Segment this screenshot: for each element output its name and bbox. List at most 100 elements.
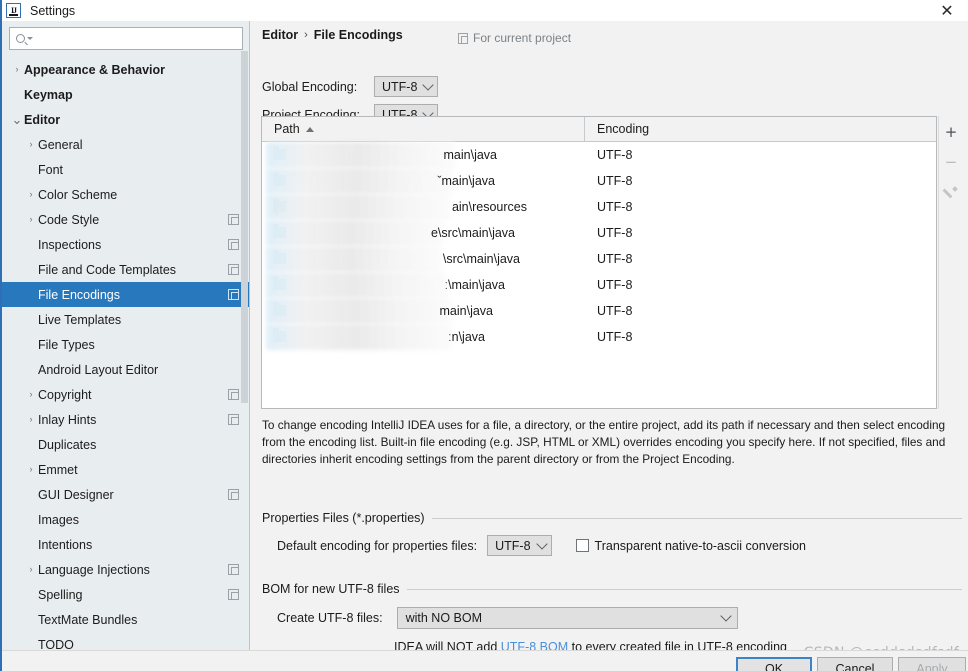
- default-properties-encoding-combo[interactable]: UTF-8: [487, 535, 552, 556]
- sidebar-item-intentions[interactable]: Intentions: [2, 532, 249, 557]
- pencil-icon: [945, 186, 958, 199]
- table-cell-path: e\src\main\java: [262, 220, 585, 246]
- chevron-right-icon[interactable]: ›: [24, 190, 38, 199]
- sidebar-item-label: Appearance & Behavior: [24, 62, 166, 77]
- table-row[interactable]: ː\main\java UTF-8: [262, 272, 936, 298]
- table-row[interactable]: ˇmain\java UTF-8: [262, 168, 936, 194]
- global-encoding-combo[interactable]: UTF-8: [374, 76, 439, 97]
- column-header-encoding[interactable]: Encoding: [585, 117, 936, 141]
- create-utf8-files-combo[interactable]: with NO BOM: [396, 607, 738, 629]
- chevron-down-icon: [535, 537, 548, 550]
- sidebar-item-file-encodings[interactable]: File Encodings: [2, 282, 249, 307]
- table-cell-path-text: \src\main\java: [442, 252, 520, 266]
- cancel-button[interactable]: Cancel: [817, 657, 893, 671]
- sidebar-item-duplicates[interactable]: Duplicates: [2, 432, 249, 457]
- file-encodings-panel: Editor › File Encodings For current proj…: [251, 21, 968, 654]
- settings-dialog: IJ Settings ✕ › Appearance & Behavior Keym…: [0, 0, 968, 671]
- column-header-path-label: Path: [274, 122, 300, 136]
- chevron-right-icon[interactable]: ›: [24, 390, 38, 399]
- sidebar-item-color-scheme[interactable]: › Color Scheme: [2, 182, 249, 207]
- sidebar-item-images[interactable]: Images: [2, 507, 249, 532]
- dialog-footer: OK Cancel Apply: [2, 650, 968, 671]
- global-encoding-value: UTF-8: [382, 79, 418, 94]
- sidebar-item-keymap[interactable]: Keymap: [2, 82, 249, 107]
- sidebar-item-live-templates[interactable]: Live Templates: [2, 307, 249, 332]
- sidebar-item-copyright[interactable]: › Copyright: [2, 382, 249, 407]
- copy-settings-icon: [228, 589, 239, 600]
- sidebar-item-inspections[interactable]: Inspections: [2, 232, 249, 257]
- sidebar-item-general[interactable]: › General: [2, 132, 249, 157]
- sidebar-scrollbar[interactable]: [241, 51, 248, 403]
- redacted-path-overlay: [266, 246, 442, 272]
- chevron-down-icon[interactable]: ⌄: [10, 113, 24, 126]
- encodings-table: Path Encoding main\java UTF-8 ˇmain\java UT…: [261, 116, 937, 409]
- table-cell-path: ain\resources: [262, 194, 585, 220]
- table-cell-path-text: main\java: [439, 304, 494, 318]
- sidebar-item-file-types[interactable]: File Types: [2, 332, 249, 357]
- sidebar-item-emmet[interactable]: › Emmet: [2, 457, 249, 482]
- transparent-conversion-checkbox-row[interactable]: Transparent native-to-ascii conversion: [575, 539, 806, 553]
- table-cell-path: main\java: [262, 298, 585, 324]
- chevron-right-icon[interactable]: ›: [10, 65, 24, 74]
- search-input[interactable]: [33, 30, 242, 47]
- sidebar-item-android-layout-editor[interactable]: Android Layout Editor: [2, 357, 249, 382]
- sidebar-item-language-injections[interactable]: › Language Injections: [2, 557, 249, 582]
- sidebar-item-inlay-hints[interactable]: › Inlay Hints: [2, 407, 249, 432]
- sidebar-item-appearance-behavior[interactable]: › Appearance & Behavior: [2, 57, 249, 82]
- column-header-path[interactable]: Path: [262, 117, 585, 141]
- create-utf8-files-value: with NO BOM: [405, 611, 482, 625]
- sidebar-item-editor[interactable]: ⌄ Editor: [2, 107, 249, 132]
- chevron-right-icon[interactable]: ›: [24, 565, 38, 574]
- create-utf8-files-label: Create UTF-8 files:: [277, 611, 383, 625]
- search-icon: [16, 34, 25, 43]
- sidebar-item-label: Copyright: [38, 387, 92, 402]
- settings-tree: › Appearance & Behavior Keymap ⌄ Editor › Gene…: [2, 57, 249, 657]
- table-cell-path-text: ˇmain\java: [437, 174, 495, 188]
- sidebar-item-label: Android Layout Editor: [38, 362, 159, 377]
- encodings-hint-text: To change encoding IntelliJ IDEA uses fo…: [262, 418, 946, 466]
- sidebar-item-gui-designer[interactable]: GUI Designer: [2, 482, 249, 507]
- sort-ascending-icon: [305, 126, 314, 132]
- table-row[interactable]: \src\main\java UTF-8: [262, 246, 936, 272]
- table-cell-path-text: ː\main\java: [444, 278, 505, 292]
- table-header: Path Encoding: [262, 117, 936, 142]
- sidebar-item-label: Inlay Hints: [38, 412, 97, 427]
- breadcrumb-parent[interactable]: Editor: [262, 28, 298, 42]
- sidebar-item-spelling[interactable]: Spelling: [2, 582, 249, 607]
- chevron-right-icon[interactable]: ›: [24, 415, 38, 424]
- close-icon[interactable]: ✕: [934, 0, 960, 21]
- table-cell-path-text: ain\resources: [451, 200, 527, 214]
- sidebar-item-label: File and Code Templates: [38, 262, 177, 277]
- sidebar-item-textmate-bundles[interactable]: TextMate Bundles: [2, 607, 249, 632]
- table-row[interactable]: ain\resources UTF-8: [262, 194, 936, 220]
- sidebar-item-label: Color Scheme: [38, 187, 118, 202]
- table-cell-path-text: main\java: [443, 148, 498, 162]
- chevron-right-icon[interactable]: ›: [24, 215, 38, 224]
- table-cell-encoding: UTF-8: [597, 200, 633, 214]
- sidebar-item-font[interactable]: Font: [2, 157, 249, 182]
- copy-settings-icon: [228, 264, 239, 275]
- table-cell-encoding: UTF-8: [597, 278, 633, 292]
- search-container: [2, 21, 249, 54]
- chevron-down-icon: [422, 78, 435, 91]
- table-cell-path: ːn\java: [262, 324, 585, 350]
- copy-settings-icon: [228, 239, 239, 250]
- chevron-right-icon[interactable]: ›: [24, 465, 38, 474]
- sidebar-item-file-and-code-templates[interactable]: File and Code Templates: [2, 257, 249, 282]
- table-row[interactable]: main\java UTF-8: [262, 142, 936, 168]
- table-cell-path-text: e\src\main\java: [430, 226, 515, 240]
- sidebar-item-code-style[interactable]: › Code Style: [2, 207, 249, 232]
- table-cell-encoding: UTF-8: [597, 330, 633, 344]
- ok-button[interactable]: OK: [736, 657, 812, 671]
- transparent-conversion-checkbox[interactable]: [575, 539, 589, 552]
- add-button[interactable]: +: [941, 122, 961, 142]
- search-box[interactable]: [9, 27, 243, 50]
- table-row[interactable]: main\java UTF-8: [262, 298, 936, 324]
- redacted-path-overlay: [266, 324, 452, 350]
- redacted-path-overlay: [266, 220, 444, 246]
- table-row[interactable]: ːn\java UTF-8: [262, 324, 936, 350]
- global-encoding-row: Global Encoding: UTF-8: [262, 76, 439, 97]
- table-row[interactable]: e\src\main\java UTF-8: [262, 220, 936, 246]
- chevron-right-icon[interactable]: ›: [24, 140, 38, 149]
- table-body: main\java UTF-8 ˇmain\java UTF-8 ain\resourc…: [262, 142, 936, 350]
